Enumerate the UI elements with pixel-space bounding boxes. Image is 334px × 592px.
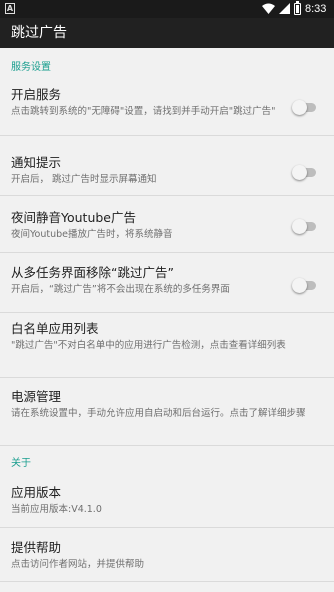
wifi-icon [262,3,275,14]
signal-icon [279,3,290,14]
section-header-about: 关于 [11,458,31,469]
pref-help[interactable]: 提供帮助 点击访问作者网站，并提供帮助 [0,528,334,582]
status-time: 8:33 [305,3,327,15]
pref-summary: 开启后， 跳过广告时显示屏幕通知 [11,174,157,185]
section-header-service: 服务设置 [11,62,51,73]
notification-switch[interactable] [292,164,318,180]
pref-summary: 当前应用版本:V4.1.0 [11,504,102,515]
app-bar: 跳过广告 [0,18,334,48]
pref-title: 应用版本 [11,485,62,500]
pref-summary: "跳过广告"不对白名单中的应用进行广告检测，点击查看详细列表 [11,340,286,351]
pref-title: 从多任务界面移除“跳过广告” [11,265,174,280]
pref-enable-service[interactable]: 开启服务 点击跳转到系统的"无障碍"设置，请找到并手动开启"跳过广告" [0,76,334,136]
pref-title: 提供帮助 [11,540,62,555]
pref-mute-youtube[interactable]: 夜间静音Youtube广告 夜间Youtube播放广告时，将系统静音 [0,196,334,253]
pref-notification[interactable]: 通知提示 开启后， 跳过广告时显示屏幕通知 [0,136,334,196]
mute-youtube-switch[interactable] [292,218,318,234]
pref-hide-from-recents[interactable]: 从多任务界面移除“跳过广告” 开启后，“跳过广告”将不会出现在系统的多任务界面 [0,253,334,313]
pref-power-management[interactable]: 电源管理 请在系统设置中，手动允许应用自启动和后台运行。点击了解详细步骤 [0,378,334,446]
pref-summary: 点击跳转到系统的"无障碍"设置，请找到并手动开启"跳过广告" [11,106,276,117]
pref-summary: 开启后，“跳过广告”将不会出现在系统的多任务界面 [11,284,230,295]
pref-title: 通知提示 [11,155,62,170]
pref-app-version[interactable]: 应用版本 当前应用版本:V4.1.0 [0,472,334,528]
switch-thumb [292,219,307,234]
pref-whitelist[interactable]: 白名单应用列表 "跳过广告"不对白名单中的应用进行广告检测，点击查看详细列表 [0,313,334,378]
status-bar: A 8:33 [0,0,334,18]
switch-thumb [292,165,307,180]
switch-thumb [292,100,307,115]
pref-title: 白名单应用列表 [11,321,99,336]
pref-summary: 点击访问作者网站，并提供帮助 [11,559,145,570]
enable-service-switch[interactable] [292,99,318,115]
pref-summary: 夜间Youtube播放广告时，将系统静音 [11,229,173,240]
pref-summary: 请在系统设置中，手动允许应用自启动和后台运行。点击了解详细步骤 [11,408,306,419]
app-title: 跳过广告 [11,25,67,41]
pref-title: 夜间静音Youtube广告 [11,210,136,225]
notification-icon: A [5,3,15,14]
hide-from-recents-switch[interactable] [292,277,318,293]
pref-title: 开启服务 [11,87,62,102]
battery-icon [294,1,301,15]
settings-list[interactable]: 服务设置 开启服务 点击跳转到系统的"无障碍"设置，请找到并手动开启"跳过广告"… [0,48,334,592]
switch-thumb [292,278,307,293]
pref-title: 电源管理 [11,389,62,404]
